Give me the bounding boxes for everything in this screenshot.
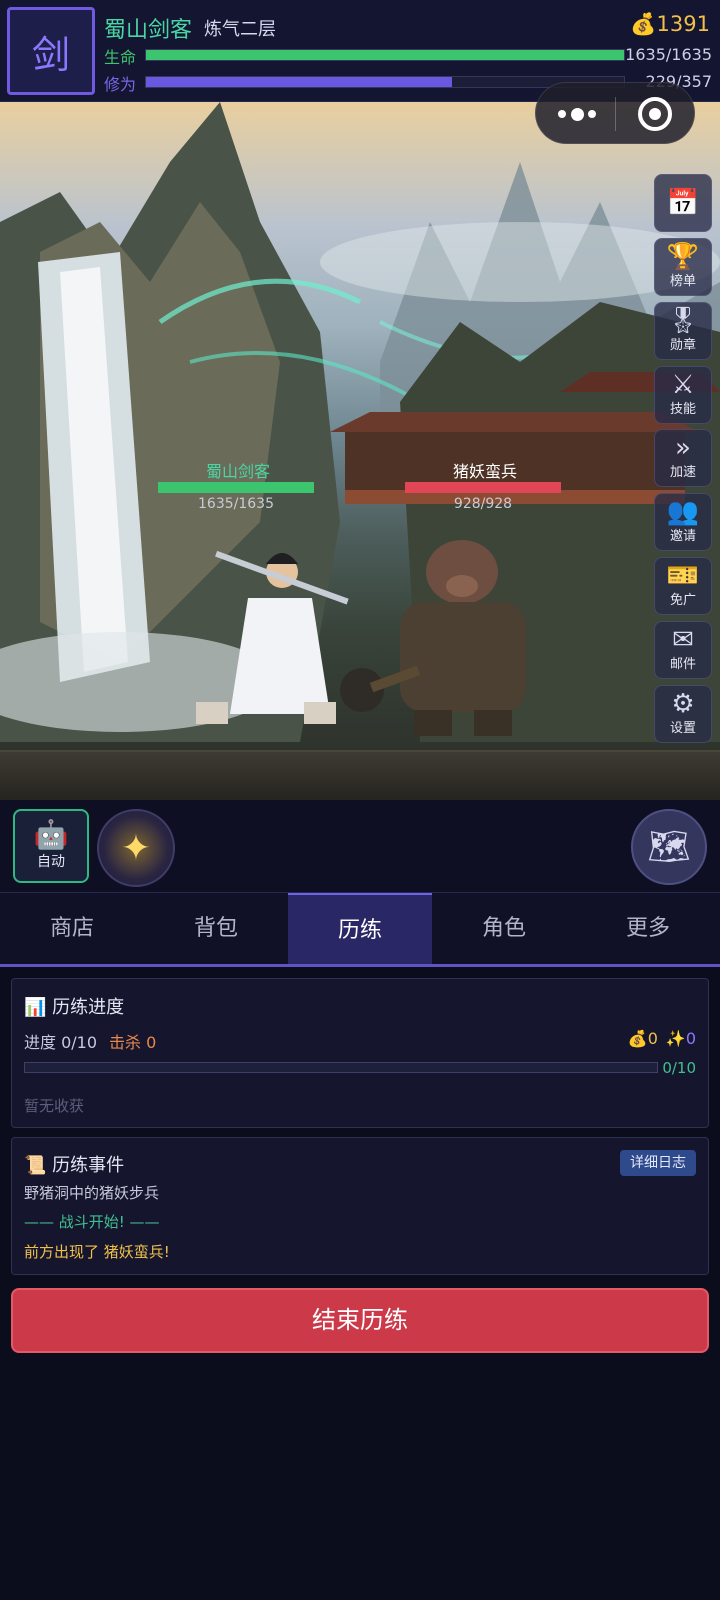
loot-summary: 💰0 ✨0 <box>628 1029 696 1048</box>
gold-amount: 1391 <box>656 12 710 36</box>
crossed-swords-icon: ⚔ <box>671 370 695 400</box>
skill-button[interactable]: ✦ <box>97 809 175 887</box>
harvest-placeholder: 暂无收获 <box>24 1097 85 1115</box>
gold-counter: 💰1391 <box>630 12 710 37</box>
enemy-hp-text: 928/928 <box>453 496 513 512</box>
side-button-label: 邮件 <box>669 657 696 672</box>
hp-bar <box>145 49 625 61</box>
detailed-log-button[interactable]: 详细日志 <box>620 1150 696 1176</box>
side-button-free-ads[interactable]: 🎫 免广 <box>654 557 712 615</box>
progress-title: 📊 历练进度 <box>24 993 124 1019</box>
event-line: 前方出现了 猪妖蛮兵! <box>24 1243 170 1261</box>
tab-training[interactable]: 历练 <box>288 893 432 964</box>
training-events-panel: 📜 历练事件 详细日志 野猪洞中的猪妖步兵 —— 战斗开始! —— 前方出现了 … <box>11 1137 709 1275</box>
player-nameplate: 蜀山剑客 <box>205 462 270 481</box>
hp-label: 生命 <box>104 48 137 67</box>
enemy-hp-bar <box>405 482 561 493</box>
side-button-label: 邀请 <box>669 529 696 544</box>
sword-burst-icon: ✦ <box>120 827 152 869</box>
spirit-gain: 0 <box>685 1029 696 1048</box>
progress-stats: 进度 0/10 击杀 0 <box>24 1029 156 1053</box>
calendar-icon: 📅 <box>666 188 700 218</box>
cultivation-realm: 炼气二层 <box>204 19 276 40</box>
progress-fraction: 0/10 <box>662 1059 696 1077</box>
close-miniprogram-icon[interactable] <box>638 97 672 131</box>
medal-icon: 🎖 <box>666 306 700 336</box>
main-tabs: 商店 背包 历练 角色 更多 <box>0 892 720 967</box>
map-button[interactable]: 🗺 <box>631 809 707 885</box>
kill-count: 击杀 0 <box>109 1033 157 1052</box>
tab-shop[interactable]: 商店 <box>0 893 144 964</box>
side-button-label: 榜单 <box>669 274 696 289</box>
battle-ground <box>0 750 720 800</box>
mail-icon: ✉ <box>672 625 694 655</box>
player-hp-bar <box>158 482 314 493</box>
events-title: 📜 历练事件 <box>24 1151 124 1177</box>
avatar[interactable]: 剑 <box>7 7 95 95</box>
side-button-invite[interactable]: 👥 邀请 <box>654 493 712 551</box>
side-button-settings[interactable]: ⚙ 设置 <box>654 685 712 743</box>
side-button-mail[interactable]: ✉ 邮件 <box>654 621 712 679</box>
map-icon: 🗺 <box>647 827 691 867</box>
gold-gain: 0 <box>647 1029 658 1048</box>
fast-forward-icon: » <box>675 433 691 463</box>
tab-more[interactable]: 更多 <box>576 893 720 964</box>
event-line: —— 战斗开始! —— <box>24 1213 160 1231</box>
miniprogram-capsule <box>535 82 695 144</box>
progress-count: 进度 0/10 <box>24 1033 98 1052</box>
robot-icon: 🤖 <box>33 818 69 851</box>
training-progress-panel: 📊 历练进度 进度 0/10 击杀 0 💰0 ✨0 0/10 暂无收获 <box>11 978 709 1128</box>
invite-icon: 👥 <box>666 497 700 527</box>
gear-icon: ⚙ <box>671 689 695 719</box>
money-bag-icon: 💰 <box>627 1029 648 1048</box>
auto-battle-label: 自动 <box>37 854 65 870</box>
side-button-label: 勋章 <box>669 338 696 353</box>
progress-title-text: 历练进度 <box>52 997 125 1018</box>
side-button-label: 技能 <box>669 402 696 417</box>
player-name: 蜀山剑客 <box>104 18 193 43</box>
tab-character[interactable]: 角色 <box>432 893 576 964</box>
side-button-skill[interactable]: ⚔ 技能 <box>654 366 712 424</box>
end-training-button[interactable]: 结束历练 <box>11 1288 709 1353</box>
sparkle-icon: ✨ <box>665 1029 686 1048</box>
tab-bag[interactable]: 背包 <box>144 893 288 964</box>
battle-scene: 蜀山剑客 1635/1635 猪妖蛮兵 928/928 📅 🏆 榜单 🎖 勋章 ⚔ 技能 » 加… <box>0 102 720 800</box>
trophy-icon: 🏆 <box>666 242 700 272</box>
side-button-ranking[interactable]: 🏆 榜单 <box>654 238 712 296</box>
event-line: 野猪洞中的猪妖步兵 <box>24 1184 160 1202</box>
ticket-icon: 🎫 <box>666 561 700 591</box>
progress-bar <box>24 1062 658 1073</box>
side-button-medal[interactable]: 🎖 勋章 <box>654 302 712 360</box>
player-hp-text: 1635/1635 <box>198 496 274 512</box>
cultivation-label: 修为 <box>104 75 137 94</box>
cultivation-bar-fill <box>146 77 452 87</box>
action-row: 🤖 自动 ✦ 🗺 <box>0 800 720 892</box>
side-button-speedup[interactable]: » 加速 <box>654 429 712 487</box>
money-bag-icon: 💰 <box>630 12 657 36</box>
bar-chart-icon: 📊 <box>24 997 47 1018</box>
more-options-icon[interactable] <box>558 101 596 127</box>
side-button-label: 免广 <box>669 593 696 608</box>
hp-bar-fill <box>146 50 624 60</box>
side-button-label: 设置 <box>669 721 696 736</box>
enemy-nameplate: 猪妖蛮兵 <box>452 462 517 481</box>
scroll-icon: 📜 <box>24 1155 47 1176</box>
side-button-label: 加速 <box>669 465 696 480</box>
hp-value: 1635/1635 <box>625 45 712 64</box>
scene-backdrop <box>0 102 720 742</box>
side-button-calendar[interactable]: 📅 <box>654 174 712 232</box>
auto-battle-button[interactable]: 🤖 自动 <box>13 809 89 883</box>
events-title-text: 历练事件 <box>52 1155 125 1176</box>
